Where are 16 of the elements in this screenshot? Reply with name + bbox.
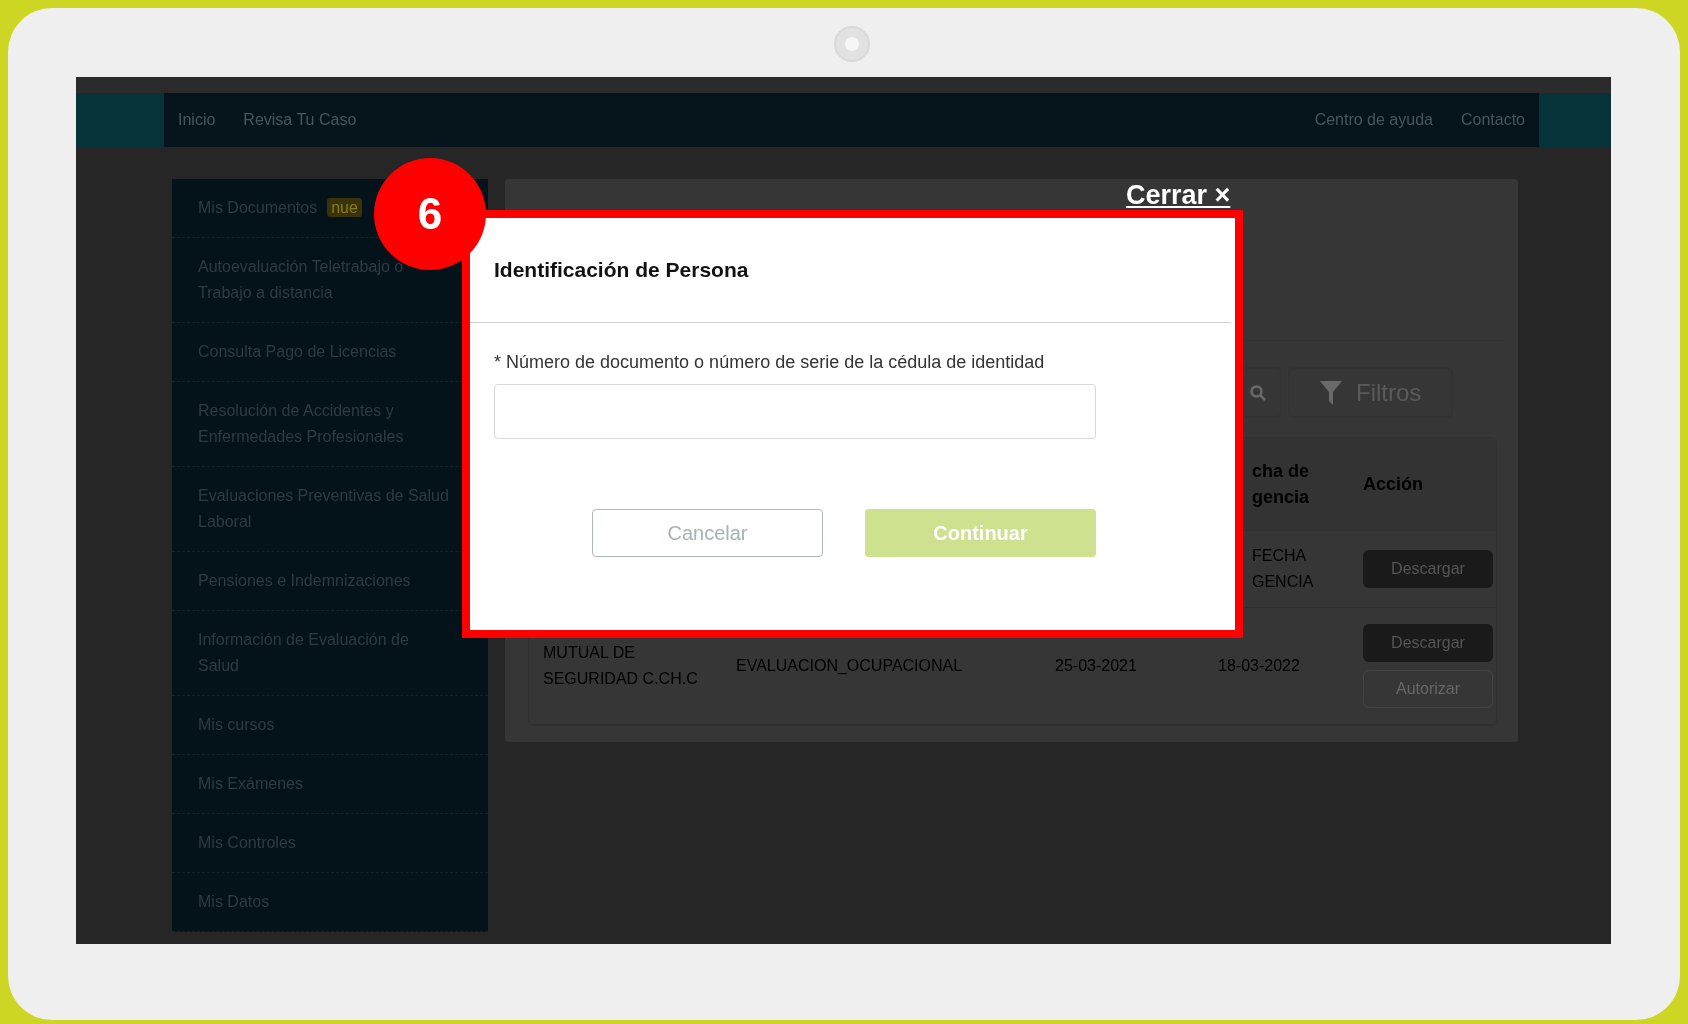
camera-icon — [834, 26, 870, 62]
close-link[interactable]: Cerrar × — [1126, 175, 1231, 216]
search-icon — [1250, 384, 1266, 401]
new-badge: nue — [327, 198, 362, 217]
nav-link[interactable]: Revisa Tu Caso — [243, 108, 357, 132]
nav-link[interactable]: Centro de ayuda — [1314, 108, 1433, 132]
input-field[interactable] — [494, 384, 1096, 439]
modal-title: Identificación de Persona — [493, 257, 750, 283]
nav-link[interactable]: Inicio — [178, 108, 216, 132]
funnel-icon — [1320, 380, 1342, 405]
nav-link[interactable]: Contacto — [1460, 108, 1525, 132]
cancel-button[interactable]: Cancelar — [592, 509, 823, 557]
download-button[interactable]: Descargar — [1363, 624, 1493, 662]
continue-button[interactable]: Continuar — [865, 509, 1096, 557]
field-label: * Número de documento o número de serie de la cédula de identidad — [494, 351, 1046, 374]
download-button[interactable]: Descargar — [1363, 550, 1493, 588]
